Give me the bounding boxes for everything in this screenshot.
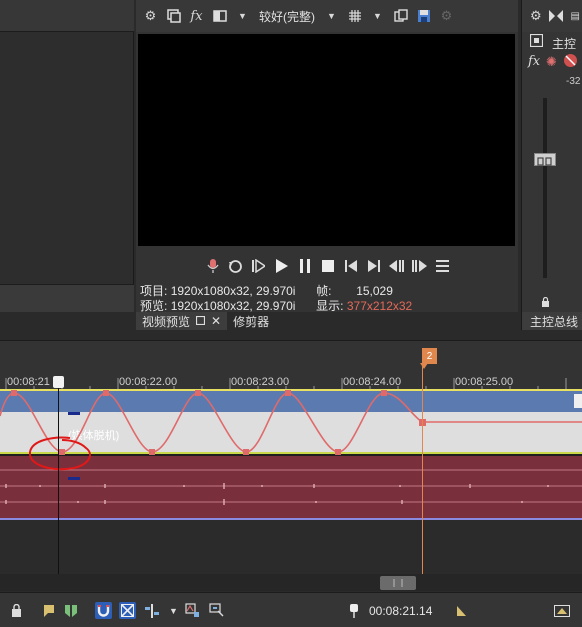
ruler-label: 00:08:25.00 [455, 376, 514, 388]
stop-icon[interactable] [319, 258, 336, 275]
master-db-readout: -32 [566, 76, 581, 87]
next-frame-icon[interactable] [365, 258, 382, 275]
dropdown-arrow-icon[interactable]: ▼ [234, 8, 251, 25]
settings-disabled-icon[interactable]: ⚙ [438, 8, 455, 25]
timeline-header [0, 340, 582, 374]
master-options-icon[interactable]: ▤ [567, 8, 582, 25]
tab-video-preview[interactable]: 视频预览 ✕ [136, 312, 228, 330]
master-label: 主控 [552, 37, 577, 51]
chevron-down-icon[interactable]: ▼ [323, 8, 340, 25]
preview-quality-select[interactable]: 较好(完整) [257, 8, 317, 25]
snapping-icon[interactable] [95, 602, 112, 619]
ruler-label: 00:08:24.00 [343, 376, 402, 388]
preview-value: 1920x1080x32, 29.970i [170, 299, 296, 313]
video-preview-display [138, 34, 515, 246]
overlay-grid-icon[interactable] [346, 8, 363, 25]
selection-end-icon [452, 602, 469, 619]
tab-trimmer-label: 修剪器 [233, 314, 270, 329]
playhead-line[interactable] [58, 376, 59, 574]
audio-fade-handle[interactable] [68, 477, 80, 480]
marker-flag[interactable]: 2 [422, 348, 437, 364]
master-fader-track[interactable] [543, 98, 547, 278]
menu-icon[interactable] [434, 258, 451, 275]
bow-tie-icon[interactable] [548, 8, 564, 25]
ripple-dropdown-icon[interactable]: ▼ [165, 602, 182, 619]
master-lock-icon[interactable] [541, 294, 550, 312]
pause-icon[interactable] [296, 258, 313, 275]
frame-value: 15,029 [356, 284, 393, 298]
annotation-circle [28, 436, 91, 471]
timeline-empty-area[interactable] [0, 520, 582, 574]
timeline-scroll-thumb[interactable] [380, 576, 416, 590]
auto-crossfade-icon[interactable] [119, 602, 136, 619]
lock-envelopes-icon[interactable] [184, 602, 201, 619]
display-label: 显示: [316, 299, 344, 313]
undock-icon[interactable] [195, 314, 206, 328]
ruler-label: 00:08:23.00 [231, 376, 290, 388]
overlay-dropdown-icon[interactable]: ▼ [369, 8, 386, 25]
record-icon[interactable] [204, 258, 221, 275]
play-icon[interactable] [273, 258, 290, 275]
gear-icon[interactable]: ⚙ [142, 8, 159, 25]
video-preview-panel: ⚙ fx ▼ 较好(完整) ▼ ▼ ⚙ 项目: 1920x1080x32, 29… [136, 0, 518, 330]
tab-video-preview-label: 视频预览 [142, 314, 191, 329]
frame-label: 帧: [316, 284, 332, 298]
project-value: 1920x1080x32, 29.970i [170, 284, 296, 298]
master-fx-chain-icon[interactable]: ✺ [546, 54, 557, 70]
left-panel [0, 0, 134, 312]
insert-marker-icon[interactable] [40, 602, 57, 619]
display-value: 377x212x32 [346, 299, 413, 313]
fx-icon[interactable]: fx [188, 8, 205, 25]
playhead-handle[interactable] [53, 376, 64, 388]
previous-frame-icon[interactable] [342, 258, 359, 275]
preview-label: 预览: [140, 299, 168, 313]
master-bypass-icon[interactable] [529, 33, 544, 52]
insert-region-icon[interactable] [62, 602, 79, 619]
lock-icon[interactable] [8, 602, 25, 619]
master-toolbar: ⚙ ▤ [522, 0, 582, 32]
cursor-position-icon [345, 602, 362, 619]
marker-line [422, 364, 423, 574]
save-snapshot-icon[interactable] [415, 8, 432, 25]
tab-trimmer[interactable]: 修剪器 [227, 312, 275, 330]
cursor-timecode: 00:08:21.14 [369, 604, 433, 618]
master-mute-icon[interactable] [563, 53, 578, 73]
split-screen-icon[interactable] [211, 8, 228, 25]
copy-snapshot-icon[interactable] [392, 8, 409, 25]
project-label: 项目: [140, 284, 168, 298]
ignore-grouping-icon[interactable] [208, 602, 225, 619]
master-gear-icon[interactable]: ⚙ [528, 8, 544, 25]
loop-playback-icon[interactable] [227, 258, 244, 275]
left-panel-tabbar [0, 284, 134, 312]
ruler-label: 00:08:22.00 [119, 376, 178, 388]
close-icon[interactable]: ✕ [211, 314, 221, 328]
master-fader-knob[interactable] [534, 153, 556, 166]
master-bus-panel: ⚙ ▤ 主控 fx ✺ -32 主控总线 [521, 0, 582, 330]
tab-master-bus[interactable]: 主控总线 [522, 312, 582, 330]
master-fx-icon[interactable]: fx [528, 54, 540, 69]
transport-controls [136, 250, 518, 282]
ripple-edit-icon[interactable] [143, 602, 160, 619]
play-from-start-icon[interactable] [250, 258, 267, 275]
ruler-label: 00:08:21 [7, 376, 50, 388]
event-edge-handle[interactable] [574, 394, 582, 408]
left-panel-toolbar [0, 0, 134, 32]
next-marker-icon[interactable] [411, 258, 428, 275]
timeline-toolbar: ▼ 00:08:21.14 [0, 592, 582, 627]
previous-marker-icon[interactable] [388, 258, 405, 275]
preview-tabbar: 视频预览 ✕ 修剪器 [136, 312, 518, 330]
timeline-scrollbar[interactable] [0, 574, 582, 591]
preview-toolbar: ⚙ fx ▼ 较好(完整) ▼ ▼ ⚙ [136, 0, 518, 32]
preview-info: 项目: 1920x1080x32, 29.970i 帧: 15,029 预览: … [140, 284, 412, 314]
preview-properties-icon[interactable] [165, 8, 182, 25]
selection-length-icon [553, 602, 570, 619]
